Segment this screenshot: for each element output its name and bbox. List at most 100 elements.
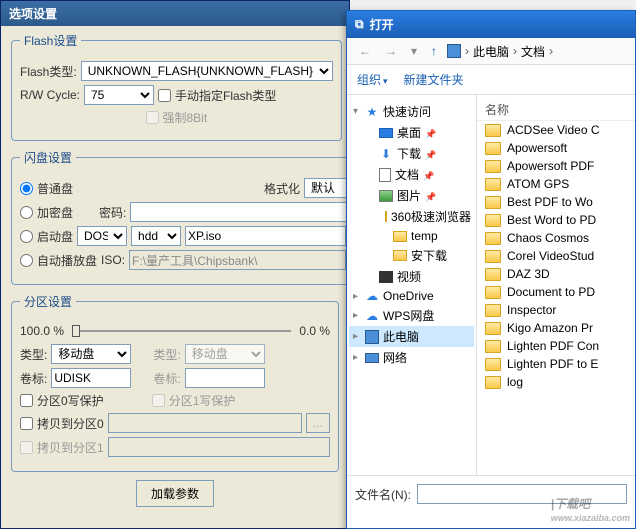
file-list[interactable]: 名称 ACDSee Video C Apowersoft Apowersoft PD… xyxy=(477,95,635,475)
encrypt-disk-radio[interactable] xyxy=(20,206,33,219)
file-item-label: Apowersoft xyxy=(507,141,567,155)
tree-item-0[interactable]: ▾快速访问 xyxy=(349,101,474,122)
cp0-checkbox[interactable] xyxy=(20,417,33,430)
slider-right-label: 0.0 % xyxy=(299,324,330,338)
new-folder-button[interactable]: 新建文件夹 xyxy=(404,71,464,88)
open-dialog-title-text: 打开 xyxy=(370,16,394,33)
folder-tree[interactable]: ▾快速访问桌面下载文档图片360极速浏览器temp安下载视频▸OneDrive▸… xyxy=(347,95,477,475)
format-label: 格式化 xyxy=(264,180,300,197)
folder-icon xyxy=(485,124,501,137)
tree-item-8[interactable]: 视频 xyxy=(349,266,474,287)
open-body: ▾快速访问桌面下载文档图片360极速浏览器temp安下载视频▸OneDrive▸… xyxy=(347,95,635,475)
breadcrumb-root[interactable]: 此电脑 xyxy=(473,43,509,60)
wp1-checkbox xyxy=(152,394,165,407)
options-title: 选项设置 xyxy=(1,1,349,26)
flash-type-select[interactable]: UNKNOWN_FLASH{UNKNOWN_FLASH} xyxy=(81,61,333,81)
file-item[interactable]: Best Word to PD xyxy=(477,211,635,229)
flash-type-label: Flash类型: xyxy=(20,63,77,80)
folder-icon xyxy=(393,250,407,261)
file-item-label: Best PDF to Wo xyxy=(507,195,593,209)
file-item[interactable]: Chaos Cosmos xyxy=(477,229,635,247)
column-header-name[interactable]: 名称 xyxy=(477,99,635,121)
load-params-button[interactable]: 加载参数 xyxy=(136,480,214,507)
chevron-right-icon: › xyxy=(465,44,469,58)
breadcrumb[interactable]: › 此电脑 › 文档 › xyxy=(447,43,553,60)
file-item-label: Best Word to PD xyxy=(507,213,596,227)
rw-cycle-label: R/W Cycle: xyxy=(20,88,80,102)
tree-caret-icon[interactable]: ▸ xyxy=(353,352,361,363)
file-item[interactable]: Apowersoft PDF xyxy=(477,157,635,175)
tree-item-11[interactable]: ▸此电脑 xyxy=(349,326,474,347)
password-input[interactable] xyxy=(130,202,374,222)
file-item-label: Lighten PDF Con xyxy=(507,339,599,353)
open-footer: 文件名(N): xyxy=(347,475,635,512)
autoplay-disk-radio[interactable] xyxy=(20,254,33,267)
volume-left-input[interactable] xyxy=(51,368,131,388)
filename-input[interactable] xyxy=(417,484,627,504)
tree-item-4[interactable]: 图片 xyxy=(349,185,474,206)
tree-item-2[interactable]: 下载 xyxy=(349,143,474,164)
volume-right-input xyxy=(185,368,265,388)
folder-icon xyxy=(485,160,501,173)
file-item[interactable]: ACDSee Video C xyxy=(477,121,635,139)
partition-slider[interactable] xyxy=(72,330,291,332)
tree-item-12[interactable]: ▸网络 xyxy=(349,347,474,368)
cp0-browse-button: ... xyxy=(306,413,330,433)
wp0-checkbox[interactable] xyxy=(20,394,33,407)
file-item[interactable]: log xyxy=(477,373,635,391)
doc-icon xyxy=(379,168,391,182)
flash-settings-legend: Flash设置 xyxy=(20,32,81,49)
pin-icon xyxy=(423,168,434,182)
file-item[interactable]: DAZ 3D xyxy=(477,265,635,283)
nav-history-icon[interactable]: ▾ xyxy=(407,42,421,60)
file-item[interactable]: Inspector xyxy=(477,301,635,319)
tree-caret-icon[interactable]: ▸ xyxy=(353,291,361,302)
tree-caret-icon[interactable]: ▸ xyxy=(353,331,361,342)
slider-left-label: 100.0 % xyxy=(20,324,64,338)
boot-media-select[interactable]: hdd xyxy=(131,226,181,246)
folder-icon xyxy=(485,268,501,281)
folder-icon xyxy=(485,196,501,209)
tree-item-9[interactable]: ▸OneDrive xyxy=(349,287,474,305)
tree-item-6[interactable]: temp xyxy=(349,227,474,245)
tree-item-3[interactable]: 文档 xyxy=(349,164,474,185)
desktop-icon xyxy=(379,128,393,138)
breadcrumb-current[interactable]: 文档 xyxy=(521,43,545,60)
folder-icon xyxy=(485,322,501,335)
star-icon xyxy=(365,105,379,119)
tree-item-10[interactable]: ▸WPS网盘 xyxy=(349,305,474,326)
open-dialog: ⧉ 打开 ← → ▾ ↑ › 此电脑 › 文档 › 组织 新建文件夹 ▾快速访问… xyxy=(346,10,636,529)
file-item[interactable]: Best PDF to Wo xyxy=(477,193,635,211)
file-item[interactable]: Lighten PDF Con xyxy=(477,337,635,355)
boot-iso-input[interactable] xyxy=(185,226,346,246)
boot-os-select[interactable]: DOS xyxy=(77,226,127,246)
tree-item-7[interactable]: 安下载 xyxy=(349,245,474,266)
rw-cycle-select[interactable]: 75 xyxy=(84,85,154,105)
nav-back-icon[interactable]: ← xyxy=(355,42,375,60)
tree-caret-icon[interactable]: ▾ xyxy=(353,106,361,117)
normal-disk-radio[interactable] xyxy=(20,182,33,195)
file-item[interactable]: Kigo Amazon Pr xyxy=(477,319,635,337)
file-item[interactable]: ATOM GPS xyxy=(477,175,635,193)
file-item[interactable]: Lighten PDF to E xyxy=(477,355,635,373)
tree-item-1[interactable]: 桌面 xyxy=(349,122,474,143)
file-item[interactable]: Corel VideoStud xyxy=(477,247,635,265)
force8bit-checkbox xyxy=(146,111,159,124)
file-item[interactable]: Apowersoft xyxy=(477,139,635,157)
cp1-label: 拷贝到分区1 xyxy=(37,439,104,456)
manual-flash-checkbox[interactable] xyxy=(158,89,171,102)
filename-label: 文件名(N): xyxy=(355,486,411,503)
cp0-label: 拷贝到分区0 xyxy=(37,415,104,432)
tree-caret-icon[interactable]: ▸ xyxy=(353,310,361,321)
disk-settings-legend: 闪盘设置 xyxy=(20,149,76,166)
file-item[interactable]: Document to PD xyxy=(477,283,635,301)
type-left-select[interactable]: 移动盘 xyxy=(51,344,131,364)
folder-icon xyxy=(393,231,407,242)
slider-thumb[interactable] xyxy=(72,325,80,337)
nav-up-icon[interactable]: ↑ xyxy=(427,42,441,60)
boot-disk-label: 启动盘 xyxy=(37,228,73,245)
iso-path-input[interactable] xyxy=(129,250,346,270)
organize-button[interactable]: 组织 xyxy=(357,71,388,88)
tree-item-5[interactable]: 360极速浏览器 xyxy=(349,206,474,227)
boot-disk-radio[interactable] xyxy=(20,230,33,243)
